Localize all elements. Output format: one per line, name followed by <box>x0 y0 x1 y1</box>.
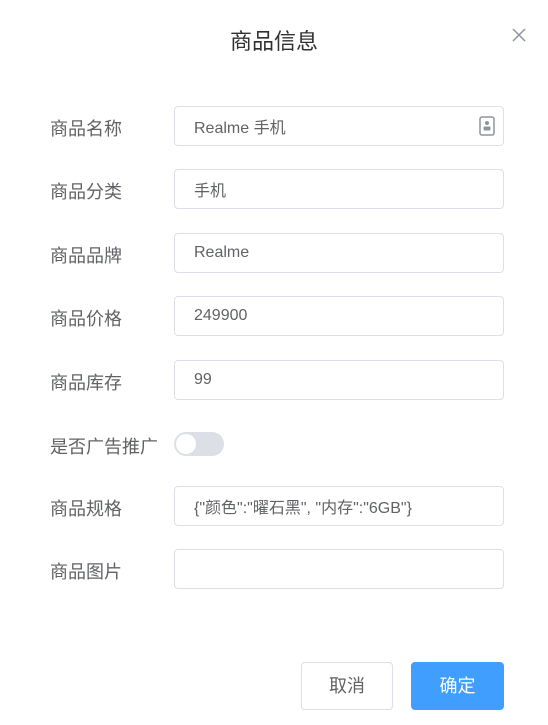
name-label: 商品名称 <box>50 119 122 139</box>
stock-input[interactable] <box>174 360 504 400</box>
ad-promotion-switch[interactable] <box>174 432 224 456</box>
switch-knob <box>176 434 196 454</box>
category-label: 商品分类 <box>50 182 122 202</box>
brand-label: 商品品牌 <box>50 246 122 266</box>
brand-input[interactable] <box>174 233 504 273</box>
form-row-image: 商品图片 <box>0 549 548 589</box>
ad-promotion-label: 是否广告推广 <box>50 437 158 457</box>
form-row-price: 商品价格 <box>0 296 548 336</box>
category-input[interactable] <box>174 169 504 209</box>
contact-card-icon[interactable] <box>479 116 495 136</box>
spec-input[interactable] <box>174 486 504 526</box>
name-input[interactable] <box>174 106 504 146</box>
price-label: 商品价格 <box>50 309 122 329</box>
close-icon[interactable] <box>510 26 528 44</box>
stock-label: 商品库存 <box>50 373 122 393</box>
form-row-name: 商品名称 <box>0 106 548 146</box>
cancel-button[interactable]: 取消 <box>301 662 393 710</box>
dialog-title: 商品信息 <box>229 29 318 54</box>
form-row-category: 商品分类 <box>0 169 548 209</box>
form-row-spec: 商品规格 <box>0 486 548 526</box>
form-row-stock: 商品库存 <box>0 360 548 400</box>
form-row-ad-promotion: 是否广告推广 <box>0 424 548 464</box>
image-label: 商品图片 <box>50 562 122 582</box>
price-input[interactable] <box>174 296 504 336</box>
confirm-button[interactable]: 确定 <box>411 662 504 710</box>
spec-label: 商品规格 <box>50 499 122 519</box>
image-input[interactable] <box>174 549 504 589</box>
product-info-dialog: 商品信息 商品名称 商品分类 商品品牌 商品价格 商品库存 <box>0 0 548 725</box>
form-row-brand: 商品品牌 <box>0 233 548 273</box>
